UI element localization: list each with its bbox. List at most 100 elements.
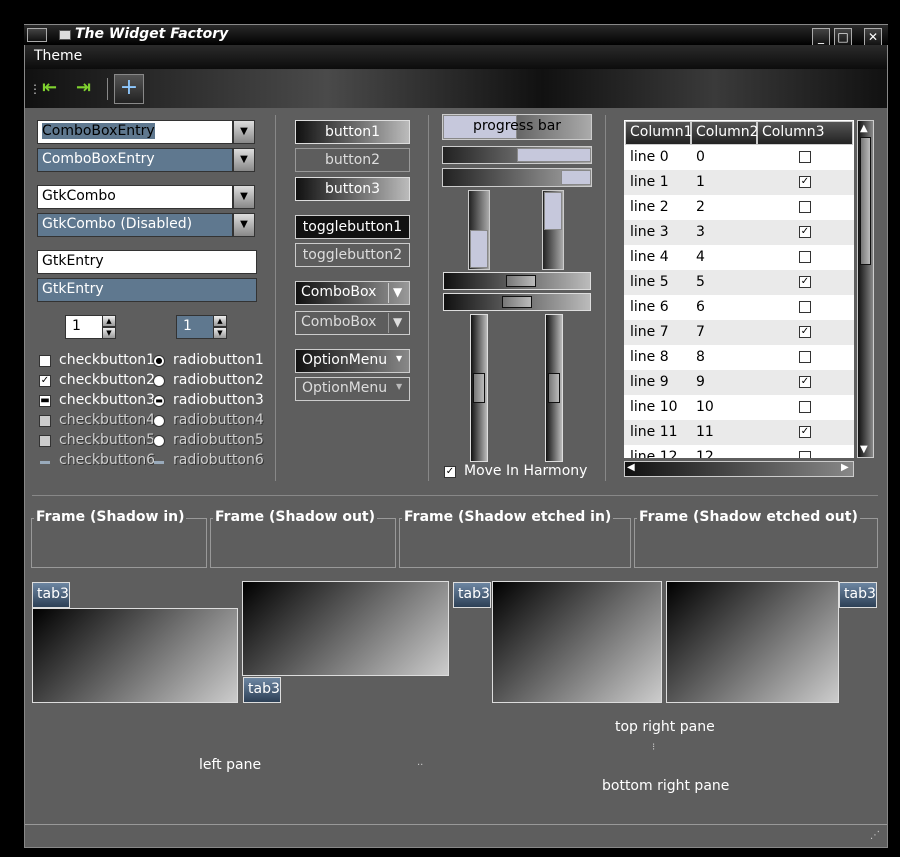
tree-cell-toggle[interactable] — [799, 201, 811, 213]
scroll-right-icon[interactable]: ▶ — [841, 462, 849, 473]
checkbutton3[interactable]: checkbutton3 — [59, 392, 155, 408]
toolbar — [25, 69, 887, 108]
tree-vertical-scrollbar[interactable]: ▲ ▼ — [857, 120, 874, 458]
scroll-left-icon[interactable]: ◀ — [627, 462, 635, 473]
horizontal-scale-2[interactable] — [443, 293, 591, 311]
tree-row[interactable]: line 11 11 ✓ — [624, 420, 854, 445]
combo-box-entry-1[interactable]: ComboBoxEntry — [37, 120, 233, 144]
tree-cell-toggle[interactable] — [799, 401, 811, 413]
tree-cell-toggle[interactable] — [799, 251, 811, 263]
window-menu-button[interactable] — [27, 28, 47, 42]
tree-row[interactable]: line 1 1 ✓ — [624, 170, 854, 195]
tree-row[interactable]: line 6 6 — [624, 295, 854, 320]
checkbutton2[interactable]: checkbutton2 — [59, 372, 155, 388]
spin-button-1[interactable]: 1 — [65, 315, 103, 339]
horizontal-scale-1[interactable] — [443, 272, 591, 290]
add-icon[interactable]: + — [114, 74, 144, 104]
tree-view[interactable]: Column1 Column2 Column3 line 0 0 line 1 1 ✓ l… — [624, 120, 854, 458]
move-in-harmony-check[interactable]: Move In Harmony — [464, 463, 587, 479]
close-icon[interactable]: ✕ — [864, 28, 882, 46]
scale-slider-handle[interactable] — [502, 296, 532, 308]
checkbutton1-box[interactable] — [39, 355, 51, 367]
tree-row[interactable]: line 5 5 ✓ — [624, 270, 854, 295]
tree-row[interactable]: line 10 10 — [624, 395, 854, 420]
combo-box-entry-2[interactable]: ComboBoxEntry — [37, 148, 233, 172]
progress-bar-2 — [442, 146, 592, 164]
combo-box-entry-2-arrow[interactable]: ▼ — [233, 148, 255, 172]
spin-up-icon[interactable]: ▲ — [102, 315, 116, 327]
minimize-icon[interactable]: _ — [812, 28, 830, 46]
go-last-icon[interactable]: ⇥ — [76, 77, 91, 98]
scrollbar-thumb[interactable] — [860, 137, 871, 265]
vertical-scale-1[interactable] — [470, 314, 488, 462]
button1[interactable]: button1 — [295, 120, 410, 144]
checkbutton3-box[interactable]: ▬ — [39, 395, 51, 407]
checkbutton1[interactable]: checkbutton1 — [59, 352, 155, 368]
tree-row[interactable]: line 7 7 ✓ — [624, 320, 854, 345]
move-in-harmony-box[interactable]: ✓ — [444, 466, 456, 478]
notebook-3-tab[interactable]: tab3 — [453, 582, 491, 608]
gtk-combo-arrow[interactable]: ▼ — [233, 185, 255, 209]
spin-down-icon[interactable]: ▼ — [102, 327, 116, 339]
scale-slider-handle[interactable] — [506, 275, 536, 287]
radiobutton1-dot[interactable]: ● — [153, 355, 165, 367]
column-header-3[interactable]: Column3 — [757, 121, 853, 145]
column-header-2[interactable]: Column2 — [691, 121, 759, 145]
button3[interactable]: button3 — [295, 177, 410, 201]
notebook-4-tab[interactable]: tab3 — [839, 582, 877, 608]
option-menu-1[interactable]: OptionMenu — [295, 349, 410, 373]
radiobutton3-dot[interactable]: ▬ — [153, 395, 165, 407]
notebook-2-page — [242, 581, 449, 676]
radiobutton1[interactable]: radiobutton1 — [173, 352, 264, 368]
tree-row[interactable]: line 3 3 ✓ — [624, 220, 854, 245]
tree-horizontal-scrollbar[interactable]: ◀ ▶ — [624, 461, 854, 477]
tree-row[interactable]: line 0 0 — [624, 145, 854, 170]
tree-row[interactable]: line 8 8 — [624, 345, 854, 370]
tree-row[interactable]: line 4 4 — [624, 245, 854, 270]
gtk-combo[interactable]: GtkCombo — [37, 185, 233, 209]
pane-handle-vertical[interactable]: ·· — [417, 760, 423, 771]
tree-cell-toggle[interactable] — [799, 351, 811, 363]
scale-slider-handle[interactable] — [548, 373, 560, 403]
vertical-scale-2[interactable] — [545, 314, 563, 462]
toolbar-grip[interactable]: ⋮ — [29, 82, 41, 96]
combo-box-entry-1-arrow[interactable]: ▼ — [233, 120, 255, 144]
tree-cell-col2: 1 — [696, 174, 705, 190]
maximize-icon[interactable]: □ — [834, 28, 852, 46]
scroll-down-icon[interactable]: ▼ — [860, 444, 868, 455]
menu-theme[interactable]: Theme — [34, 48, 82, 64]
go-first-icon[interactable]: ⇤ — [42, 77, 57, 98]
tree-cell-toggle[interactable]: ✓ — [799, 376, 811, 388]
radiobutton2-dot[interactable] — [153, 375, 165, 387]
combobox-divider — [388, 283, 389, 303]
tree-cell-toggle[interactable]: ✓ — [799, 176, 811, 188]
notebook-2-tab[interactable]: tab3 — [243, 677, 281, 703]
tree-cell-toggle[interactable] — [799, 301, 811, 313]
tree-cell-toggle[interactable]: ✓ — [799, 326, 811, 338]
gtk-entry[interactable]: GtkEntry — [37, 250, 257, 274]
tree-cell-toggle[interactable]: ✓ — [799, 226, 811, 238]
tree-cell-toggle[interactable] — [799, 451, 811, 458]
scale-slider-handle[interactable] — [473, 373, 485, 403]
column-header-1[interactable]: Column1 — [625, 121, 693, 145]
tree-row[interactable]: line 12 12 — [624, 445, 854, 458]
scroll-up-icon[interactable]: ▲ — [860, 123, 868, 134]
tree-cell-col2: 8 — [696, 349, 705, 365]
tree-cell-col1: line 9 — [630, 374, 669, 390]
tree-cell-col2: 4 — [696, 249, 705, 265]
togglebutton1[interactable]: togglebutton1 — [295, 215, 410, 239]
notebook-1-tab[interactable]: tab3 — [32, 582, 70, 608]
radiobutton3[interactable]: radiobutton3 — [173, 392, 264, 408]
pane-handle-horizontal[interactable]: ⁝ — [652, 742, 655, 753]
tree-cell-toggle[interactable]: ✓ — [799, 426, 811, 438]
resize-grip-icon[interactable]: ⋰ — [870, 830, 880, 841]
checkbutton2-box[interactable]: ✓ — [39, 375, 51, 387]
tree-row[interactable]: line 9 9 ✓ — [624, 370, 854, 395]
tree-cell-toggle[interactable]: ✓ — [799, 276, 811, 288]
radiobutton2[interactable]: radiobutton2 — [173, 372, 264, 388]
tree-cell-col2: 10 — [696, 399, 714, 415]
gtk-combo-disabled-arrow: ▼ — [233, 213, 255, 237]
tree-cell-toggle[interactable] — [799, 151, 811, 163]
tree-row[interactable]: line 2 2 — [624, 195, 854, 220]
chevron-down-icon[interactable]: ▼ — [393, 285, 402, 299]
